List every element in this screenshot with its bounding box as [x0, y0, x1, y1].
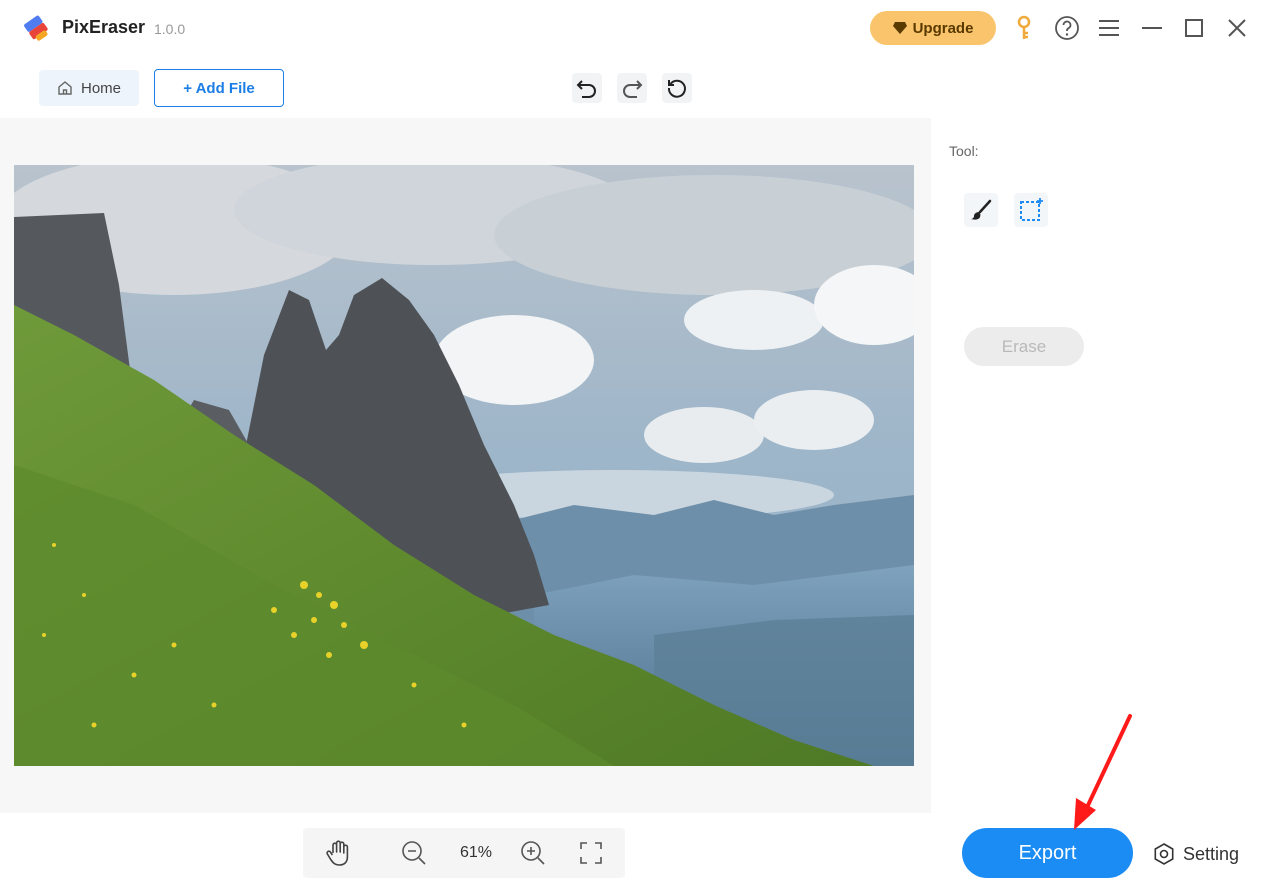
minimize-icon[interactable] [1138, 14, 1166, 42]
tool-label: Tool: [949, 143, 979, 159]
reset-icon[interactable] [662, 73, 692, 103]
brush-icon[interactable] [964, 193, 998, 227]
landscape-photo [14, 165, 914, 766]
maximize-icon[interactable] [1180, 14, 1208, 42]
fit-screen-icon[interactable] [576, 838, 606, 868]
gear-icon [1154, 843, 1174, 865]
app-logo-icon [24, 15, 48, 41]
undo-icon[interactable] [572, 73, 602, 103]
zoom-out-icon[interactable] [399, 838, 429, 868]
hand-tool-icon[interactable] [323, 838, 353, 868]
editing-canvas[interactable] [0, 118, 931, 813]
app-version: 1.0.0 [154, 21, 186, 37]
title-bar: PixEraser 1.0.0 Upgrade [0, 0, 1278, 56]
key-icon[interactable] [1010, 14, 1038, 42]
diamond-icon [892, 22, 907, 34]
zoom-level: 61% [459, 844, 493, 861]
close-icon[interactable] [1223, 14, 1251, 42]
erase-button[interactable]: Erase [964, 327, 1084, 366]
menu-icon[interactable] [1095, 14, 1123, 42]
upgrade-button[interactable]: Upgrade [870, 11, 996, 45]
app-name: PixEraser [62, 17, 146, 37]
export-button[interactable]: Export [962, 828, 1133, 878]
setting-button[interactable]: Setting [1153, 840, 1239, 868]
zoom-bar: 61% [303, 828, 625, 878]
add-file-button[interactable]: + Add File [154, 69, 284, 107]
setting-label: Setting [1183, 843, 1240, 864]
help-icon[interactable] [1053, 14, 1081, 42]
annotation-arrow-icon [1074, 714, 1132, 830]
rect-select-icon[interactable] [1014, 193, 1048, 227]
upgrade-label: Upgrade [912, 19, 974, 37]
home-label: Home [80, 79, 121, 97]
home-button[interactable]: Home [39, 70, 139, 106]
zoom-in-icon[interactable] [518, 838, 548, 868]
home-icon [58, 81, 72, 95]
redo-icon[interactable] [617, 73, 647, 103]
